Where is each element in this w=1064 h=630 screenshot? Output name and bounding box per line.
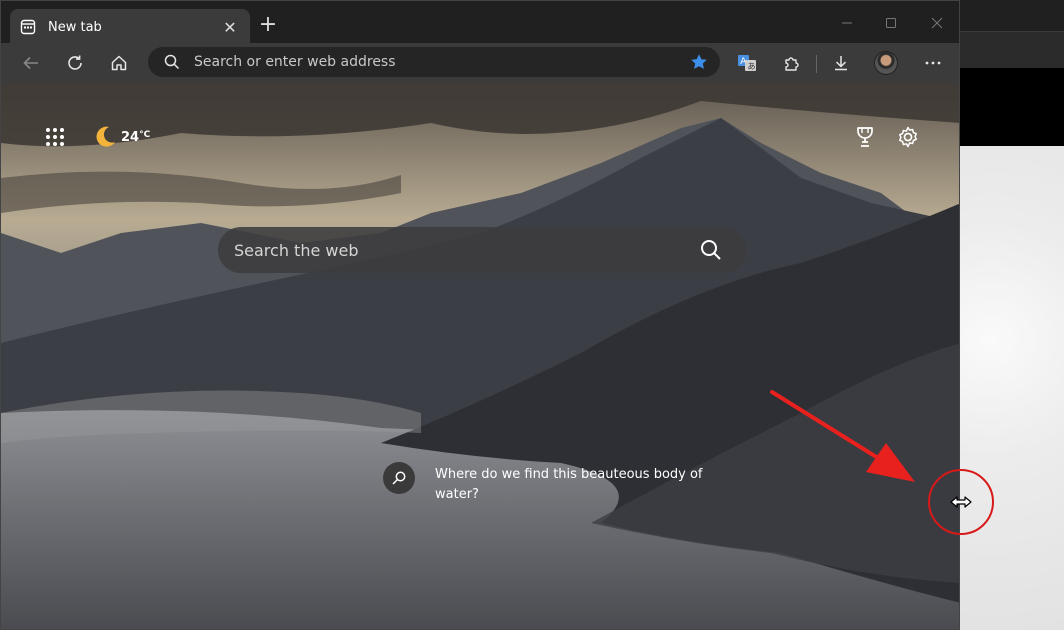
- title-bar: New tab ✕ +: [1, 1, 959, 45]
- background-window-content: [960, 146, 1064, 630]
- minimize-button[interactable]: [831, 11, 863, 35]
- new-tab-page: 24°C Where do we find this beauteous bod…: [1, 83, 959, 629]
- refresh-icon: [68, 55, 82, 70]
- profile-avatar[interactable]: [874, 51, 898, 75]
- gear-icon: [899, 126, 917, 148]
- magnifier-icon: [392, 471, 406, 485]
- web-search-input[interactable]: [234, 240, 674, 260]
- trophy-icon: [857, 127, 873, 147]
- refresh-button[interactable]: [60, 49, 90, 77]
- image-query-icon[interactable]: [383, 462, 415, 494]
- maximize-icon: [886, 18, 896, 28]
- home-button[interactable]: [104, 49, 134, 77]
- grid-icon: [46, 128, 64, 146]
- toolbar-separator: [816, 55, 817, 73]
- svg-text:あ: あ: [748, 62, 756, 71]
- weather-widget[interactable]: 24°C: [93, 125, 150, 149]
- translate-button[interactable]: Aあ: [732, 49, 762, 77]
- search-icon: [164, 54, 180, 70]
- background-window-tabstrip: [960, 0, 1064, 32]
- translate-icon: Aあ: [738, 55, 756, 71]
- address-input[interactable]: [194, 54, 664, 70]
- new-tab-button[interactable]: +: [255, 13, 281, 39]
- background-image: [1, 83, 959, 629]
- background-window-toolbar: [960, 32, 1064, 68]
- image-query-text[interactable]: Where do we find this beauteous body of …: [435, 465, 715, 505]
- new-tab-page-icon: [20, 19, 36, 35]
- rewards-button[interactable]: [853, 125, 877, 149]
- weather-unit: °C: [139, 129, 151, 140]
- more-icon: [925, 61, 941, 65]
- tab-close-button[interactable]: ✕: [220, 18, 240, 37]
- extensions-icon: [785, 57, 799, 71]
- address-bar[interactable]: [148, 47, 720, 77]
- favorite-star-icon[interactable]: [690, 53, 708, 71]
- tab-title: New tab: [48, 19, 102, 35]
- background-window[interactable]: [960, 0, 1064, 630]
- home-icon: [111, 55, 127, 71]
- minimize-icon: [842, 22, 852, 24]
- downloads-button[interactable]: [826, 49, 856, 77]
- screen: New tab ✕ + Search or enter web address …: [0, 0, 1064, 630]
- apps-launcher-button[interactable]: [45, 127, 65, 147]
- moon-icon: [96, 126, 115, 147]
- more-button[interactable]: [918, 49, 948, 77]
- tab-new-tab[interactable]: New tab ✕: [10, 9, 250, 45]
- browser-window: New tab ✕ + Search or enter web address …: [0, 0, 960, 630]
- navigation-toolbar: Aあ: [1, 43, 959, 83]
- close-window-button[interactable]: [921, 11, 953, 35]
- web-search-box[interactable]: [218, 227, 746, 273]
- page-settings-button[interactable]: [896, 125, 920, 149]
- close-icon: [931, 17, 943, 29]
- back-button[interactable]: [16, 49, 46, 77]
- downloads-icon: [835, 56, 847, 71]
- back-icon: [23, 56, 38, 70]
- weather-temperature: 24°C: [121, 129, 151, 145]
- maximize-button[interactable]: [875, 11, 907, 35]
- extensions-button[interactable]: [777, 49, 807, 77]
- image-info-query[interactable]: Where do we find this beauteous body of …: [383, 462, 715, 505]
- search-icon[interactable]: [698, 237, 724, 263]
